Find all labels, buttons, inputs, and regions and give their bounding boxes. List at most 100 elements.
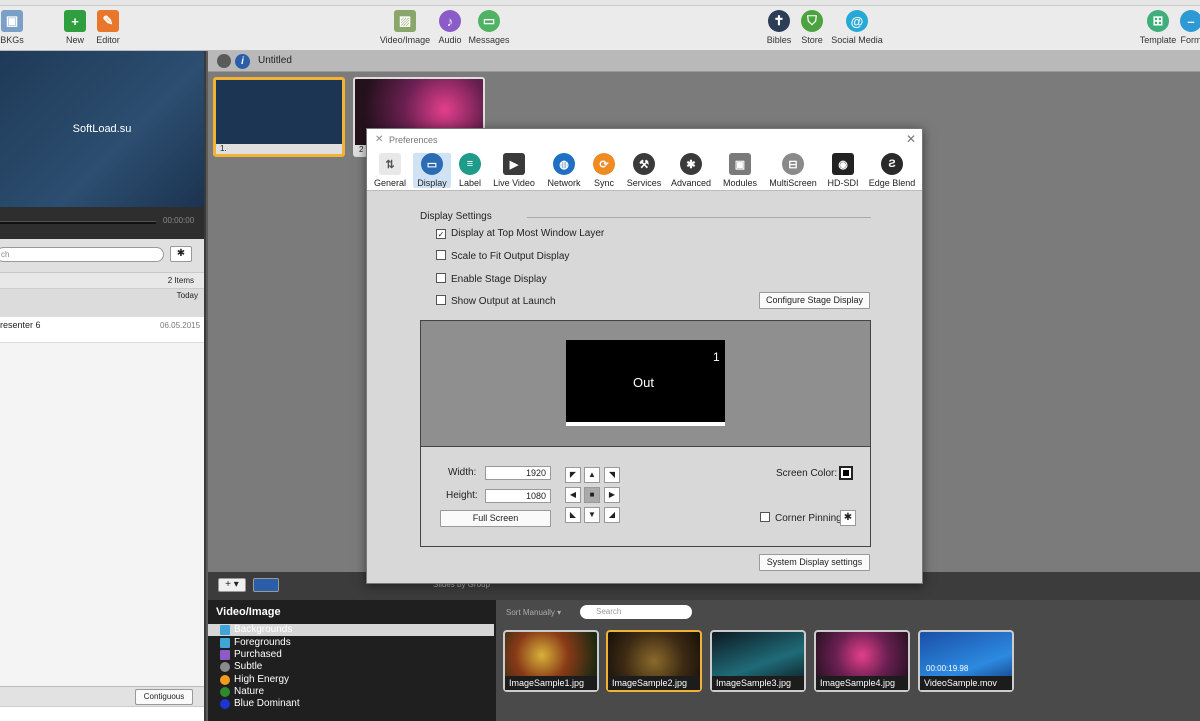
preferences-title: Preferences	[389, 135, 438, 145]
tab-edge-blend[interactable]: Ƨ Edge Blend	[868, 153, 916, 188]
left-footer	[0, 706, 204, 721]
cart-icon: ⛉	[801, 10, 823, 32]
video-camera-icon: ▶	[503, 153, 525, 175]
media-category-item[interactable]: Subtle	[208, 661, 494, 673]
arrow-up-icon[interactable]: ▲	[584, 467, 600, 483]
gear-icon: ✱	[843, 512, 853, 523]
color-dot-icon	[220, 675, 230, 685]
tab-modules[interactable]: ▣ Modules	[720, 153, 760, 188]
arrow-up-right-icon[interactable]: ◥	[604, 467, 620, 483]
arrow-up-left-icon[interactable]: ◤	[565, 467, 581, 483]
tab-advanced[interactable]: ✱ Advanced	[670, 153, 712, 188]
media-search-input[interactable]: Search	[580, 605, 692, 619]
image-icon	[220, 638, 230, 648]
corner-pinning-checkbox[interactable]: Corner Pinning	[760, 512, 842, 524]
preferences-header: ✕ Preferences ✕ ⇅ General ▭ Display ≡ La…	[367, 129, 922, 191]
switch-icon: ⇅	[379, 153, 401, 175]
toolbar-new-button[interactable]: + New	[62, 10, 88, 45]
library-group-header: Today	[0, 289, 204, 317]
toolbar-template-button[interactable]: ⊞ Template	[1137, 10, 1179, 45]
close-icon[interactable]: ✕	[906, 132, 916, 146]
enable-stage-display-checkbox[interactable]: Enable Stage Display	[436, 273, 547, 285]
arrow-down-icon[interactable]: ▼	[584, 507, 600, 523]
media-category-item[interactable]: Nature	[208, 686, 494, 698]
plus-icon: +	[64, 10, 86, 32]
width-label: Width:	[448, 467, 477, 478]
media-category-item[interactable]: Foregrounds	[208, 637, 494, 649]
media-category-item[interactable]: High Energy	[208, 674, 494, 686]
tab-services[interactable]: ⚒ Services	[626, 153, 662, 188]
display-settings-heading: Display Settings	[420, 211, 492, 222]
media-thumbnail[interactable]: ImageSample4.jpg	[814, 630, 910, 692]
library-search-input[interactable]: ch	[0, 247, 164, 262]
gear-icon: ✱	[680, 153, 702, 175]
document-title: Untitled	[258, 55, 292, 66]
library-list-item[interactable]: resenter 6 06.05.2015	[0, 317, 204, 343]
sort-dropdown[interactable]: Sort Manually ▾	[506, 608, 561, 617]
configure-stage-display-button[interactable]: Configure Stage Display	[759, 292, 870, 309]
tab-sync[interactable]: ⟳ Sync	[591, 153, 617, 188]
tab-general[interactable]: ⇅ General	[373, 153, 407, 188]
toolbar-form-button[interactable]: – Form	[1180, 10, 1200, 45]
checkbox-icon	[436, 250, 446, 260]
monitor-icon: ▭	[421, 153, 443, 175]
media-thumbnail[interactable]: ImageSample1.jpg	[503, 630, 599, 692]
media-category-item[interactable]: Blue Dominant	[208, 698, 494, 710]
output-screen[interactable]: 1 Out	[566, 340, 725, 426]
tab-multiscreen[interactable]: ⊟ MultiScreen	[768, 153, 818, 188]
center-icon[interactable]: ■	[584, 487, 600, 503]
output-screen-number: 1	[713, 350, 720, 364]
toolbar-store-button[interactable]: ⛉ Store	[799, 10, 825, 45]
arrow-down-right-icon[interactable]: ◢	[604, 507, 620, 523]
image-icon	[220, 625, 230, 635]
globe-icon: ◍	[553, 153, 575, 175]
toolbar-messages-button[interactable]: ▭ Messages	[468, 10, 510, 45]
document-header: i Untitled	[208, 51, 1200, 72]
tab-network[interactable]: ◍ Network	[544, 153, 584, 188]
media-category-item[interactable]: Purchased	[208, 649, 494, 661]
contiguous-button[interactable]: Contiguous	[135, 689, 193, 705]
toolbar-social-media-button[interactable]: @ Social Media	[830, 10, 884, 45]
media-category-item[interactable]: Backgrounds	[208, 624, 494, 636]
height-input[interactable]: 1080	[485, 489, 551, 503]
info-icon[interactable]: i	[235, 54, 250, 69]
wrench-icon: ⚒	[633, 153, 655, 175]
add-slide-button[interactable]: + ▾	[218, 578, 246, 592]
tab-display[interactable]: ▭ Display	[413, 153, 451, 188]
show-output-at-launch-checkbox[interactable]: Show Output at Launch	[436, 295, 556, 307]
media-thumbnail[interactable]: ImageSample3.jpg	[710, 630, 806, 692]
section-divider	[527, 217, 871, 218]
full-screen-button[interactable]: Full Screen	[440, 510, 551, 527]
media-thumbnail[interactable]: 00:00:19.98 VideoSample.mov	[918, 630, 1014, 692]
tab-live-video[interactable]: ▶ Live Video	[492, 153, 536, 188]
screen-color-swatch[interactable]	[839, 466, 853, 480]
at-icon: @	[846, 10, 868, 32]
arrow-down-left-icon[interactable]: ◣	[565, 507, 581, 523]
top-most-layer-checkbox[interactable]: ✓ Display at Top Most Window Layer	[436, 228, 604, 239]
system-display-settings-button[interactable]: System Display settings	[759, 554, 870, 571]
toolbar-editor-button[interactable]: ✎ Editor	[94, 10, 122, 45]
toolbar-audio-button[interactable]: ♪ Audio	[436, 10, 464, 45]
arrow-left-icon[interactable]: ◀	[565, 487, 581, 503]
scale-to-fit-checkbox[interactable]: Scale to Fit Output Display	[436, 250, 569, 262]
tab-hd-sdi[interactable]: ◉ HD-SDI	[826, 153, 860, 188]
checkbox-icon	[436, 295, 446, 305]
corner-pinning-settings-button[interactable]: ✱	[840, 510, 856, 526]
arrow-right-icon[interactable]: ▶	[604, 487, 620, 503]
view-mode-button[interactable]	[253, 578, 279, 592]
checkbox-icon	[436, 273, 446, 283]
tab-label[interactable]: ≡ Label	[456, 153, 484, 188]
scrub-bar[interactable]	[0, 221, 156, 224]
preview-text: SoftLoad.su	[72, 123, 132, 135]
document-gear-icon[interactable]	[217, 54, 231, 68]
width-input[interactable]: 1920	[485, 466, 551, 480]
library-settings-button[interactable]: ✱	[170, 246, 192, 262]
media-thumbnail[interactable]: ImageSample2.jpg	[606, 630, 702, 692]
transport-bar: 00:00:00	[0, 207, 204, 239]
slide-thumbnail[interactable]: 1.	[213, 77, 345, 157]
toolbar-bkgs-button[interactable]: ▣ BKGs	[0, 10, 24, 45]
template-icon: ⊞	[1147, 10, 1169, 32]
output-preview[interactable]: SoftLoad.su	[0, 51, 204, 207]
toolbar-bibles-button[interactable]: ✝ Bibles	[765, 10, 793, 45]
toolbar-video-image-button[interactable]: ▨ Video/Image	[377, 10, 433, 45]
